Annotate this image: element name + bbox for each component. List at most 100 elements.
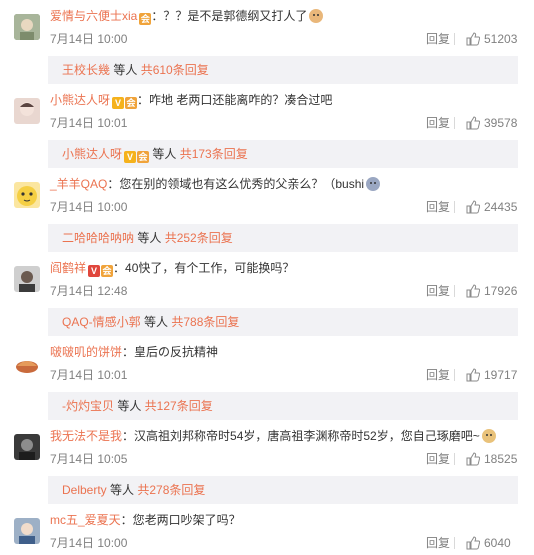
divider — [454, 537, 455, 549]
avatar[interactable] — [14, 14, 40, 40]
comment-line: 啵啵叽的饼饼：皇后の反抗精神 — [50, 344, 218, 360]
sub-reply-count[interactable]: 共127条回复 — [145, 399, 213, 413]
like-count: 51203 — [484, 32, 518, 46]
timestamp: 7月14日 10:01 — [50, 116, 128, 130]
sub-reply-user[interactable]: -灼灼宝贝 — [62, 399, 114, 413]
sub-reply-mid: 等人 — [149, 147, 180, 161]
comment-item: 小熊达人呀 V 会：咋地 老两口还能离咋的？凑合过吧 7月14日 10:01 回复 … — [0, 88, 534, 172]
sub-reply-user[interactable]: Delberty — [62, 483, 107, 497]
sub-reply-user[interactable]: 小熊达人呀 — [62, 147, 122, 161]
sub-reply-mid: 等人 — [134, 231, 165, 245]
comment-item: 阎鹤祥 V 会：40快了，有个工作，可能换吗？ 7月14日 12:48 回复 179… — [0, 256, 534, 340]
timestamp: 7月14日 10:00 — [50, 200, 128, 214]
divider — [454, 117, 455, 129]
sub-reply-mid: 等人 — [140, 315, 172, 329]
thumbs-up-icon — [466, 536, 480, 550]
badge-group: V会 — [88, 265, 114, 277]
username-link[interactable]: 小熊达人呀 — [50, 93, 110, 107]
thumbs-up-icon — [466, 284, 480, 298]
sub-reply-user[interactable]: 王校长幾 — [62, 63, 110, 77]
vip-badge-icon: 会 — [125, 97, 138, 109]
timestamp: 7月14日 10:00 — [50, 536, 128, 550]
sub-reply-mid: 等人 — [110, 63, 141, 77]
sub-reply-bar[interactable]: -灼灼宝贝 等人 共127条回复 — [48, 392, 518, 420]
username-link[interactable]: _羊羊QAQ — [50, 177, 107, 191]
v-verified-badge-icon: V — [88, 265, 101, 277]
comment-line: 小熊达人呀 V 会：咋地 老两口还能离咋的？凑合过吧 — [50, 92, 332, 109]
username-link[interactable]: 我无法不是我 — [50, 429, 122, 443]
reply-button[interactable]: 回复 — [426, 367, 450, 383]
sub-reply-bar[interactable]: Delberty 等人 共278条回复 — [48, 476, 518, 504]
cat-emoji-icon — [309, 9, 324, 23]
comment-text: ：40快了，有个工作，可能换吗？ — [113, 261, 295, 275]
avatar[interactable] — [14, 266, 40, 292]
thumbs-up-icon — [466, 32, 480, 46]
like-button[interactable]: 51203 — [466, 31, 517, 47]
comment-item: 爱情与六便士xia 会：？？是不是郭德纲又打人了 7月14日 10:00 回复 5… — [0, 4, 534, 88]
like-button[interactable]: 18525 — [466, 451, 517, 467]
sub-reply-bar[interactable]: 小熊达人呀 V 会 等人 共173条回复 — [48, 140, 518, 168]
comment-line: 我无法不是我：汉高祖刘邦称帝时54岁，唐高祖李渊称帝时52岁，您自己琢磨吧~ — [50, 428, 496, 444]
username-link[interactable]: mc五_爱夏天 — [50, 513, 121, 527]
v-verified-badge-icon: V — [112, 97, 125, 109]
comment-line: mc五_爱夏天：您老两口吵架了吗？ — [50, 512, 241, 528]
sub-reply-mid: 等人 — [114, 399, 145, 413]
comment-line: 阎鹤祥 V 会：40快了，有个工作，可能换吗？ — [50, 260, 294, 277]
sub-reply-mid: 等人 — [106, 483, 138, 497]
avatar[interactable] — [14, 350, 40, 376]
sub-reply-count[interactable]: 共173条回复 — [180, 147, 248, 161]
divider — [454, 285, 455, 297]
sub-reply-bar[interactable]: QAQ-情感小郭 等人 共788条回复 — [48, 308, 518, 336]
thumbs-up-icon — [466, 452, 480, 466]
reply-button[interactable]: 回复 — [426, 283, 450, 299]
username-link[interactable]: 阎鹤祥 — [50, 261, 86, 275]
sub-reply-user[interactable]: QAQ-情感小郭 — [62, 315, 141, 329]
divider — [454, 201, 455, 213]
divider — [454, 453, 455, 465]
vip-badge-icon: 会 — [137, 151, 150, 163]
like-button[interactable]: 17926 — [466, 283, 517, 299]
timestamp: 7月14日 10:01 — [50, 368, 128, 382]
reply-button[interactable]: 回复 — [426, 535, 450, 551]
timestamp: 7月14日 12:48 — [50, 284, 128, 298]
username-link[interactable]: 啵啵叽的饼饼 — [50, 345, 122, 359]
divider — [454, 33, 455, 45]
reply-button[interactable]: 回复 — [426, 199, 450, 215]
sub-reply-user[interactable]: 二哈哈哈呐呐 — [62, 231, 134, 245]
avatar[interactable] — [14, 182, 40, 208]
v-verified-badge-icon: V — [124, 151, 137, 163]
sub-reply-count[interactable]: 共252条回复 — [165, 231, 233, 245]
thumbs-up-icon — [466, 368, 480, 382]
comment-text: ：汉高祖刘邦称帝时54岁，唐高祖李渊称帝时52岁，您自己琢磨吧~ — [122, 429, 480, 443]
comment-line: 爱情与六便士xia 会：？？是不是郭德纲又打人了 — [50, 8, 324, 25]
badge-group: 会 — [139, 13, 152, 25]
like-button[interactable]: 19717 — [466, 367, 517, 383]
like-count: 17926 — [484, 284, 518, 298]
like-count: 18525 — [484, 452, 518, 466]
avatar[interactable] — [14, 434, 40, 460]
sub-reply-bar[interactable]: 王校长幾 等人 共610条回复 — [48, 56, 518, 84]
sub-reply-count[interactable]: 共788条回复 — [171, 315, 239, 329]
comment-text: ：咋地 老两口还能离咋的？凑合过吧 — [137, 93, 333, 107]
vip-badge-icon: 会 — [101, 265, 114, 277]
sub-reply-count[interactable]: 共278条回复 — [137, 483, 205, 497]
sweat-emoji-icon — [366, 177, 381, 191]
username-link[interactable]: 爱情与六便士xia — [50, 9, 137, 23]
sub-reply-count[interactable]: 共610条回复 — [141, 63, 209, 77]
reply-button[interactable]: 回复 — [426, 115, 450, 131]
like-button[interactable]: 39578 — [466, 115, 517, 131]
comment-item: 我无法不是我：汉高祖刘邦称帝时54岁，唐高祖李渊称帝时52岁，您自己琢磨吧~ 7… — [0, 424, 534, 508]
reply-button[interactable]: 回复 — [426, 31, 450, 47]
like-count: 24435 — [484, 200, 518, 214]
like-count: 19717 — [484, 368, 518, 382]
like-button[interactable]: 6040 — [466, 535, 511, 551]
avatar[interactable] — [14, 98, 40, 124]
reply-button[interactable]: 回复 — [426, 451, 450, 467]
avatar[interactable] — [14, 518, 40, 544]
badge-group: V会 — [112, 97, 138, 109]
like-button[interactable]: 24435 — [466, 199, 517, 215]
comment-text: ：您在别的领域也有这么优秀的父亲么？（bushi — [107, 177, 365, 191]
comment-line: _羊羊QAQ：您在别的领域也有这么优秀的父亲么？（bushi — [50, 176, 381, 192]
sub-reply-bar[interactable]: 二哈哈哈呐呐 等人 共252条回复 — [48, 224, 518, 252]
comment-text: ：皇后の反抗精神 — [122, 345, 219, 359]
